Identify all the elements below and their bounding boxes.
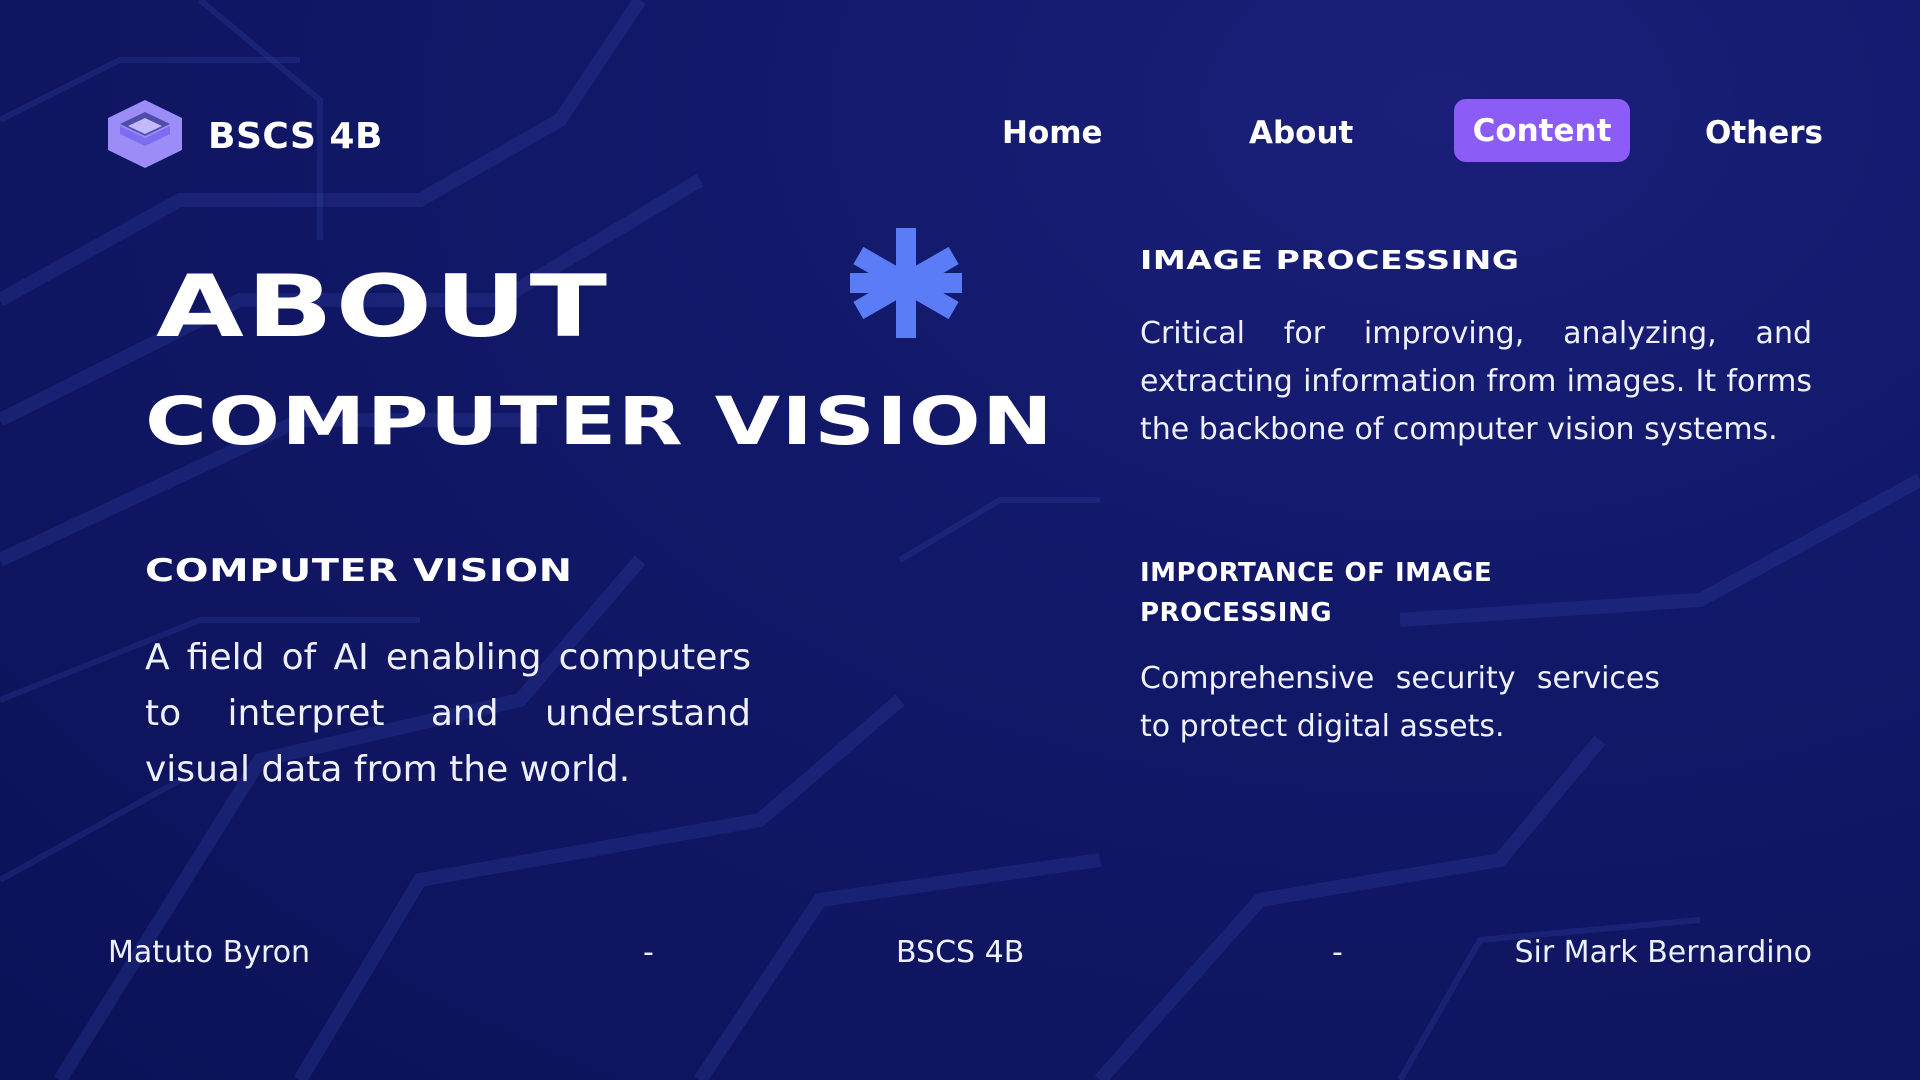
brand-name: BSCS 4B [208, 116, 383, 157]
nav-home[interactable]: Home [1002, 115, 1103, 151]
footer-author: Matuto Byron [108, 935, 311, 970]
footer-class: BSCS 4B [896, 935, 1025, 970]
page-title-line2: COMPUTER VISION [145, 383, 1055, 460]
page-title-line1: ABOUT [156, 257, 610, 357]
section-text-image-processing: Critical for improving, analyzing, and e… [1140, 316, 1812, 447]
circuit-background [0, 0, 1920, 1080]
nav-others[interactable]: Others [1705, 115, 1823, 151]
footer-separator: - [643, 935, 654, 970]
asterisk-icon [850, 228, 962, 338]
footer-separator: - [1332, 935, 1343, 970]
section-heading-importance-line2: PROCESSING [1140, 598, 1333, 628]
section-heading-computer-vision: COMPUTER VISION [145, 553, 573, 589]
nav-content-active[interactable]: Content [1454, 99, 1630, 162]
footer-teacher: Sir Mark Bernardino [1514, 935, 1812, 970]
section-text-computer-vision: A field of AI enabling computers to inte… [145, 637, 751, 790]
section-heading-image-processing: IMAGE PROCESSING [1140, 246, 1520, 276]
section-heading-importance-line1: IMPORTANCE OF IMAGE [1140, 558, 1493, 588]
logo-icon [108, 100, 182, 168]
section-heading-importance: IMPORTANCE OF IMAGE PROCESSING [1140, 553, 1810, 633]
section-text-importance: Comprehensive security services to prote… [1140, 661, 1660, 744]
nav-about[interactable]: About [1249, 115, 1353, 151]
